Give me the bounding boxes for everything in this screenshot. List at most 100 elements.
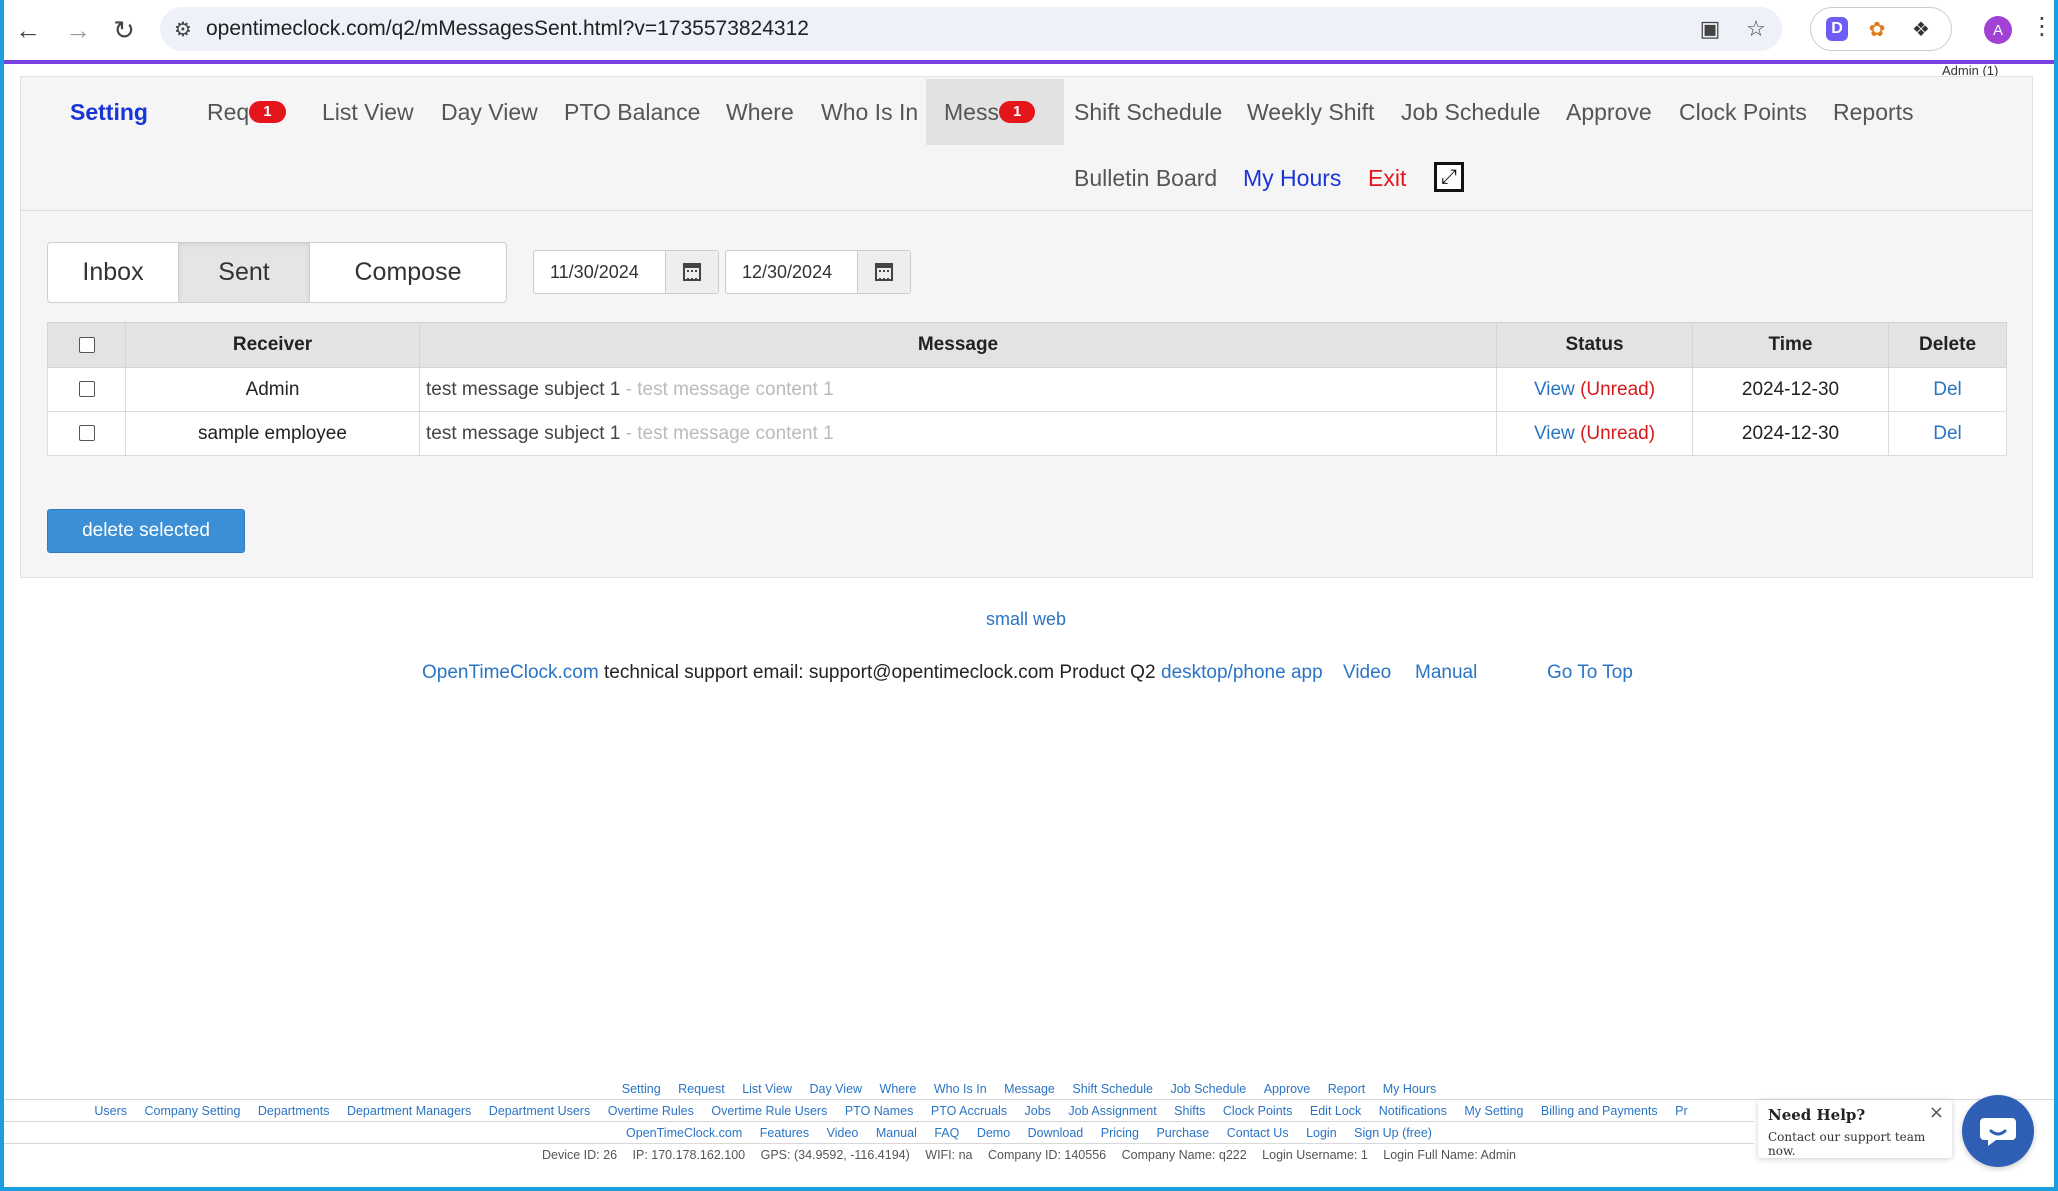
forward-arrow-icon[interactable]: → bbox=[54, 6, 102, 54]
footer-link[interactable]: Request bbox=[678, 1082, 725, 1096]
footer-link[interactable]: Contact Us bbox=[1227, 1126, 1289, 1140]
close-icon[interactable]: × bbox=[1929, 1102, 1944, 1123]
footer-link[interactable]: Overtime Rule Users bbox=[711, 1104, 827, 1118]
footer-link[interactable]: Who Is In bbox=[934, 1082, 987, 1096]
footer-link[interactable]: Manual bbox=[876, 1126, 917, 1140]
tab-sent[interactable]: Sent bbox=[179, 243, 310, 302]
reload-icon[interactable]: ↻ bbox=[100, 6, 148, 54]
nav-reports[interactable]: Reports bbox=[1833, 79, 1914, 145]
footer-link[interactable]: Edit Lock bbox=[1310, 1104, 1361, 1118]
opentimeclock-link[interactable]: OpenTimeClock.com bbox=[422, 662, 599, 683]
footer-link[interactable]: Features bbox=[760, 1126, 809, 1140]
end-calendar-button[interactable] bbox=[858, 251, 910, 293]
footer-link[interactable]: My Hours bbox=[1383, 1082, 1436, 1096]
footer-link[interactable]: Jobs bbox=[1025, 1104, 1051, 1118]
extension-cookie-icon[interactable]: ✿ bbox=[1862, 14, 1892, 44]
footer-link[interactable]: Pricing bbox=[1101, 1126, 1139, 1140]
address-bar[interactable]: ⚙ opentimeclock.com/q2/mMessagesSent.htm… bbox=[160, 7, 1782, 51]
footer-link[interactable]: Users bbox=[94, 1104, 127, 1118]
nav-my-hours[interactable]: My Hours bbox=[1243, 145, 1341, 211]
nav-weekly-shift[interactable]: Weekly Shift bbox=[1247, 79, 1374, 145]
desktop-app-link[interactable]: desktop/phone app bbox=[1161, 662, 1323, 684]
go-to-top-link[interactable]: Go To Top bbox=[1547, 662, 1633, 684]
footer-link[interactable]: Departments bbox=[258, 1104, 330, 1118]
footer-link[interactable]: Company Setting bbox=[145, 1104, 241, 1118]
nav-who-is-in[interactable]: Who Is In bbox=[821, 79, 918, 145]
nav-messages[interactable]: Mess 1 bbox=[926, 79, 1064, 145]
extensions-puzzle-icon[interactable]: ❖ bbox=[1906, 14, 1936, 44]
footer-link[interactable]: FAQ bbox=[934, 1126, 959, 1140]
chat-widget-button[interactable] bbox=[1962, 1095, 2034, 1167]
manual-link[interactable]: Manual bbox=[1415, 662, 1477, 684]
tab-inbox[interactable]: Inbox bbox=[48, 243, 179, 302]
install-app-icon[interactable]: ▣ bbox=[1690, 9, 1730, 49]
profile-avatar[interactable]: A bbox=[1984, 16, 2012, 44]
tab-compose[interactable]: Compose bbox=[310, 243, 506, 302]
footer-link[interactable]: Day View bbox=[809, 1082, 862, 1096]
browser-menu-icon[interactable]: ⋮ bbox=[2030, 12, 2054, 41]
message-cell[interactable]: test message subject 1 - test message co… bbox=[419, 367, 1497, 412]
footer-link[interactable]: Message bbox=[1004, 1082, 1055, 1096]
help-popup[interactable]: Need Help? Contact our support team now.… bbox=[1758, 1100, 1952, 1158]
nav-setting[interactable]: Setting bbox=[70, 79, 148, 145]
footer-link[interactable]: Billing and Payments bbox=[1541, 1104, 1658, 1118]
nav-request[interactable]: Req 1 bbox=[207, 79, 286, 145]
fullscreen-icon[interactable]: ⤢ bbox=[1434, 162, 1464, 192]
url-text[interactable]: opentimeclock.com/q2/mMessagesSent.html?… bbox=[206, 17, 809, 41]
footer-link[interactable]: Department Managers bbox=[347, 1104, 471, 1118]
nav-shift-schedule[interactable]: Shift Schedule bbox=[1074, 79, 1222, 145]
view-link[interactable]: View bbox=[1534, 379, 1575, 400]
row-checkbox[interactable] bbox=[78, 381, 95, 398]
footer-link[interactable]: Job Schedule bbox=[1170, 1082, 1246, 1096]
delete-link[interactable]: Del bbox=[1933, 379, 1962, 400]
bookmark-star-icon[interactable]: ☆ bbox=[1736, 9, 1776, 49]
footer-link[interactable]: Setting bbox=[622, 1082, 661, 1096]
nav-approve[interactable]: Approve bbox=[1566, 79, 1652, 145]
footer-link[interactable]: Login bbox=[1306, 1126, 1337, 1140]
start-calendar-button[interactable] bbox=[666, 251, 718, 293]
delete-link[interactable]: Del bbox=[1933, 423, 1962, 444]
footer-link[interactable]: Approve bbox=[1264, 1082, 1311, 1096]
footer-link[interactable]: Purchase bbox=[1156, 1126, 1209, 1140]
footer-link[interactable]: PTO Names bbox=[845, 1104, 914, 1118]
select-all-checkbox[interactable] bbox=[78, 336, 95, 353]
end-date-input[interactable]: 12/30/2024 bbox=[726, 251, 858, 293]
footer-link[interactable]: OpenTimeClock.com bbox=[626, 1126, 742, 1140]
site-settings-icon[interactable]: ⚙ bbox=[160, 7, 206, 51]
footer-link[interactable]: Department Users bbox=[489, 1104, 590, 1118]
nav-list-view[interactable]: List View bbox=[322, 79, 414, 145]
footer-link[interactable]: My Setting bbox=[1464, 1104, 1523, 1118]
footer-link[interactable]: Demo bbox=[977, 1126, 1010, 1140]
row-checkbox[interactable] bbox=[78, 425, 95, 442]
nav-clock-points[interactable]: Clock Points bbox=[1679, 79, 1807, 145]
delete-selected-button[interactable]: delete selected bbox=[47, 509, 245, 553]
view-link[interactable]: View bbox=[1534, 423, 1575, 444]
footer-link[interactable]: PTO Accruals bbox=[931, 1104, 1007, 1118]
footer-link[interactable]: Overtime Rules bbox=[608, 1104, 694, 1118]
nav-bulletin-board[interactable]: Bulletin Board bbox=[1074, 145, 1217, 211]
start-date-input[interactable]: 11/30/2024 bbox=[534, 251, 666, 293]
video-link[interactable]: Video bbox=[1343, 662, 1391, 684]
footer-link[interactable]: Job Assignment bbox=[1068, 1104, 1156, 1118]
footer-link[interactable]: Report bbox=[1328, 1082, 1366, 1096]
back-arrow-icon[interactable]: ← bbox=[4, 6, 52, 54]
message-header: Message bbox=[419, 322, 1497, 368]
footer-link[interactable]: List View bbox=[742, 1082, 792, 1096]
footer-link[interactable]: Notifications bbox=[1379, 1104, 1447, 1118]
small-web-link[interactable]: small web bbox=[986, 609, 1066, 630]
nav-pto-balance[interactable]: PTO Balance bbox=[564, 79, 700, 145]
footer-link[interactable]: Video bbox=[827, 1126, 859, 1140]
extension-d-icon[interactable]: D bbox=[1826, 17, 1848, 41]
footer-link[interactable]: Where bbox=[880, 1082, 917, 1096]
footer-link[interactable]: Shifts bbox=[1174, 1104, 1205, 1118]
footer-link[interactable]: Download bbox=[1028, 1126, 1084, 1140]
footer-link[interactable]: Pr bbox=[1675, 1104, 1688, 1118]
footer-link[interactable]: Shift Schedule bbox=[1072, 1082, 1153, 1096]
nav-day-view[interactable]: Day View bbox=[441, 79, 538, 145]
footer-link[interactable]: Clock Points bbox=[1223, 1104, 1292, 1118]
nav-where[interactable]: Where bbox=[726, 79, 794, 145]
message-cell[interactable]: test message subject 1 - test message co… bbox=[419, 411, 1497, 456]
footer-link[interactable]: Sign Up (free) bbox=[1354, 1126, 1432, 1140]
nav-job-schedule[interactable]: Job Schedule bbox=[1401, 79, 1540, 145]
nav-exit[interactable]: Exit bbox=[1368, 145, 1406, 211]
